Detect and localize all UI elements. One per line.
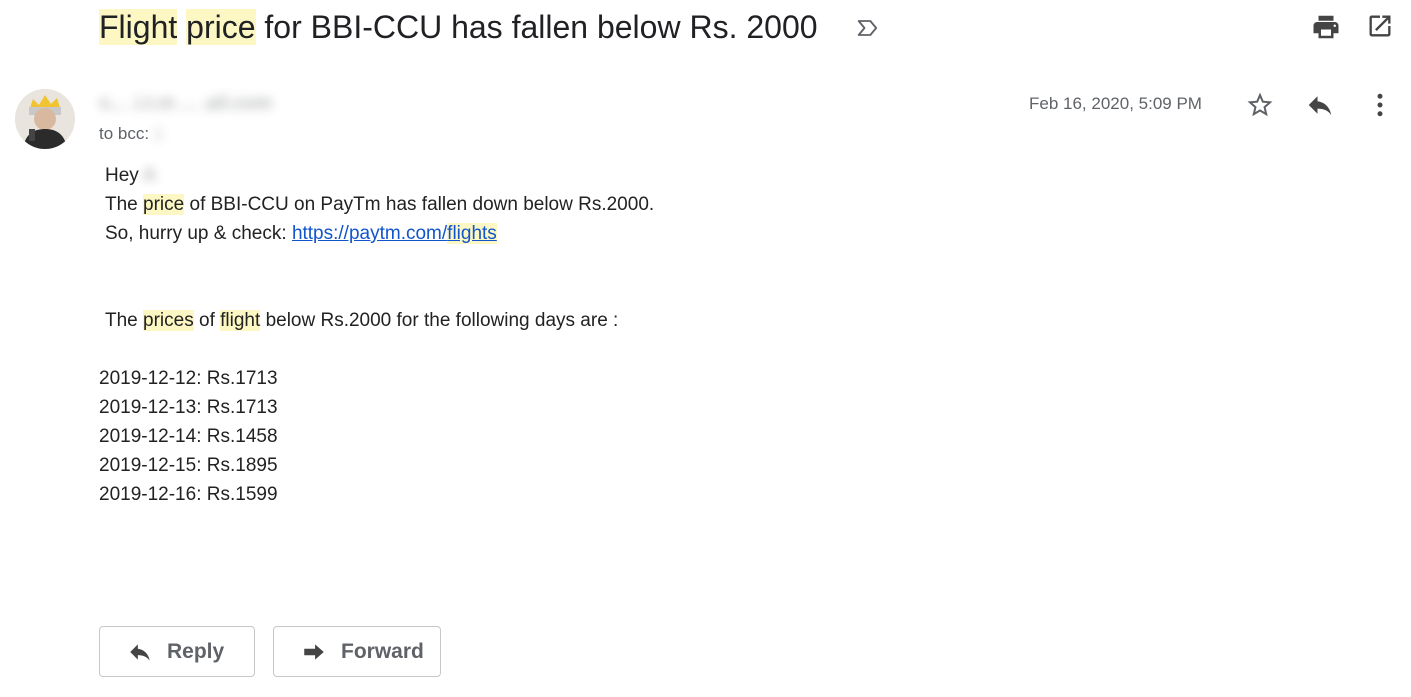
recipient-redacted: 1 [153, 124, 164, 143]
link-part2-highlight: flights [447, 223, 497, 244]
email-subject: Flight price for BBI-CCU has fallen belo… [99, 6, 818, 48]
star-icon[interactable] [1245, 90, 1275, 120]
greeting-line: Hey A [105, 163, 156, 189]
forward-button[interactable]: Forward [273, 626, 441, 677]
greeting-text: Hey [105, 165, 139, 186]
reply-button[interactable]: Reply [99, 626, 255, 677]
recipients-line[interactable]: to bcc: 1 [99, 124, 163, 144]
intro-prefix: The [105, 310, 138, 331]
to-prefix: to bcc: [99, 124, 150, 143]
sender-address[interactable]: s... .i.t.m ... .ail.com [99, 92, 272, 116]
forward-arrow-icon [304, 643, 324, 660]
body-line-intro: The prices of flight below Rs.2000 for t… [105, 308, 618, 334]
price-row: 2019-12-15: Rs.1895 [99, 455, 278, 476]
price-row: 2019-12-13: Rs.1713 [99, 397, 278, 418]
intro-highlight-flight: flight [220, 310, 261, 331]
paytm-flights-link[interactable]: https://paytm.com/flights [292, 223, 497, 244]
price-row: 2019-12-16: Rs.1599 [99, 484, 278, 505]
subject-highlight-flight: Flight [99, 9, 178, 45]
price-row: 2019-12-14: Rs.1458 [99, 426, 278, 447]
message-date: Feb 16, 2020, 5:09 PM [1029, 94, 1202, 113]
intro-mid: of [199, 310, 215, 331]
price-row: 2019-12-12: Rs.1713 [99, 368, 278, 389]
reply-icon [130, 643, 150, 661]
body-line-price-fallen: The price of BBI-CCU on PayTm has fallen… [105, 192, 654, 218]
line2-prefix: So, hurry up & check: [105, 223, 287, 244]
open-in-new-window-icon[interactable] [1366, 12, 1394, 40]
line1-highlight: price [143, 194, 185, 215]
label-arrow-icon[interactable] [854, 14, 882, 42]
intro-highlight-prices: prices [143, 310, 194, 331]
intro-suffix: below Rs.2000 for the following days are… [265, 310, 619, 331]
forward-button-label: Forward [341, 639, 424, 663]
body-line-check: So, hurry up & check: https://paytm.com/… [105, 221, 497, 247]
line1-suffix: of BBI-CCU on PayTm has fallen down belo… [189, 194, 655, 215]
sender-avatar[interactable] [15, 89, 75, 149]
reply-button-label: Reply [167, 639, 225, 663]
greeting-name-redacted: A [143, 165, 156, 186]
link-part1: https://paytm.com/ [291, 223, 448, 244]
subject-rest: for BBI-CCU has fallen below Rs. 2000 [264, 9, 818, 45]
reply-icon[interactable] [1305, 90, 1335, 120]
more-vert-icon[interactable] [1365, 90, 1395, 120]
line1-prefix: The [105, 194, 138, 215]
print-icon[interactable] [1311, 12, 1341, 42]
avatar-photo [15, 89, 75, 149]
subject-highlight-price: price [186, 9, 256, 45]
